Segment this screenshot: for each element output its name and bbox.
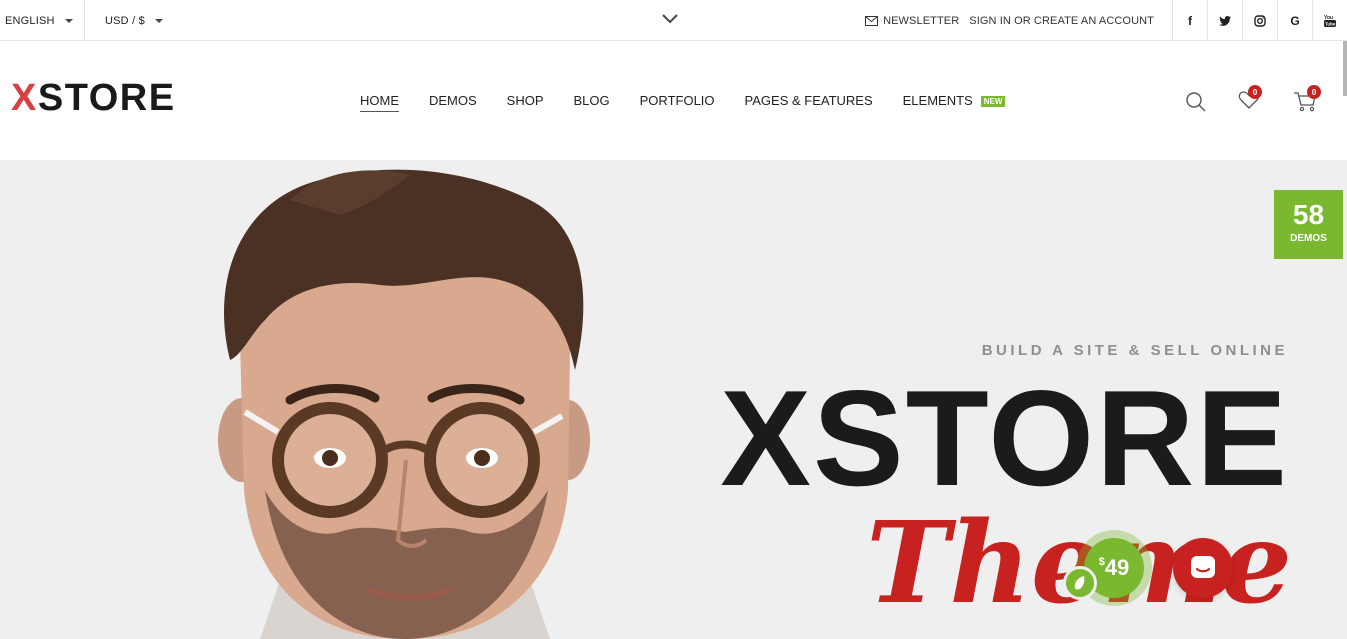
nav-demos[interactable]: DEMOS [429,93,477,109]
new-badge: NEW [980,95,1006,107]
main-nav: HOME DEMOS SHOP BLOG PORTFOLIO PAGES & F… [360,93,1035,112]
logo-text: STORE [37,77,176,119]
cart-count-badge: 0 [1307,85,1321,99]
demos-label: DEMOS [1290,233,1327,244]
youtube-icon[interactable]: You Tube [1312,0,1347,41]
nav-elements[interactable]: ELEMENTS NEW [903,93,1006,109]
logo-x: X [11,77,38,119]
language-selector[interactable]: ENGLISH [5,0,85,41]
top-bar-right: NEWSLETTER SIGN IN OR CREATE AN ACCOUNT … [865,0,1347,41]
facebook-icon[interactable]: f [1172,0,1207,41]
currency-label: USD / $ [105,14,145,27]
nav-elements-label: ELEMENTS [902,93,973,108]
demos-count: 58 [1292,199,1325,230]
nav-portfolio[interactable]: PORTFOLIO [640,93,715,109]
svg-text:Tube: Tube [1325,22,1336,27]
scrollbar[interactable] [1343,41,1347,96]
account-label: SIGN IN OR CREATE AN ACCOUNT [969,14,1154,27]
newsletter-link[interactable]: NEWSLETTER [865,15,959,27]
wishlist-button[interactable]: 0 [1238,85,1264,114]
newsletter-label: NEWSLETTER [883,14,960,27]
model-portrait-image [218,169,590,639]
nav-pages-features[interactable]: PAGES & FEATURES [745,93,873,109]
site-logo[interactable]: XSTORE [11,79,176,117]
caret-down-icon [64,18,73,23]
instagram-icon[interactable] [1242,0,1277,41]
price-amount: 49 [1104,555,1130,580]
main-header: XSTORE HOME DEMOS SHOP BLOG PORTFOLIO PA… [0,41,1347,160]
demos-count-badge[interactable]: 58 DEMOS [1274,190,1343,259]
language-label: ENGLISH [5,14,55,27]
hero-title: XSTORE [720,362,1289,514]
top-bar: ENGLISH USD / $ NEWSLETTER SIGN IN OR CR… [0,0,1347,41]
nav-home[interactable]: HOME [360,93,399,112]
account-link[interactable]: SIGN IN OR CREATE AN ACCOUNT [969,15,1154,27]
google-icon[interactable]: G [1277,0,1312,41]
nav-shop[interactable]: SHOP [507,93,544,109]
cart-button[interactable]: 0 [1293,85,1321,114]
chevron-down-icon[interactable] [661,12,679,26]
hero-tagline: BUILD A SITE & SELL ONLINE [981,342,1288,359]
twitter-icon[interactable] [1207,0,1242,41]
chat-button[interactable] [1173,538,1233,598]
search-icon[interactable] [1184,90,1210,114]
envelope-icon [865,15,879,26]
envato-leaf-icon [1063,566,1097,600]
caret-down-icon [154,18,163,23]
currency-selector[interactable]: USD / $ [105,0,175,41]
wishlist-count-badge: 0 [1248,85,1262,99]
nav-blog[interactable]: BLOG [574,93,610,109]
chat-icon [1191,556,1215,578]
